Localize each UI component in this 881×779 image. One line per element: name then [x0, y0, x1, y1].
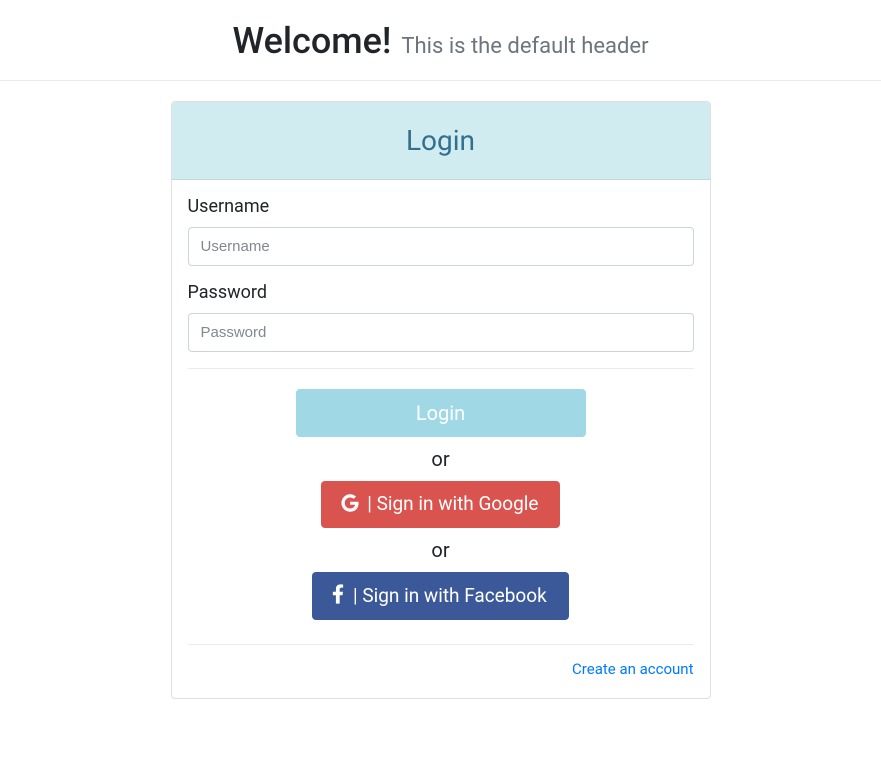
google-signin-button[interactable]: | Sign in with Google [321, 481, 561, 528]
facebook-signin-button[interactable]: | Sign in with Facebook [312, 572, 568, 620]
facebook-icon [332, 584, 344, 604]
facebook-button-label: | Sign in with Facebook [348, 584, 546, 607]
create-account-link[interactable]: Create an account [572, 660, 693, 678]
page-header: Welcome! This is the default header [0, 0, 881, 81]
divider-2 [188, 644, 694, 645]
password-label: Password [188, 282, 694, 303]
header-title: Welcome! [232, 20, 391, 62]
or-text-1: or [188, 447, 694, 471]
or-text-2: or [188, 538, 694, 562]
password-input[interactable] [188, 313, 694, 352]
username-label: Username [188, 196, 694, 217]
login-button[interactable]: Login [296, 389, 586, 437]
username-input[interactable] [188, 227, 694, 266]
login-card: Login Username Password Login or | Sign … [171, 101, 711, 699]
google-button-label: | Sign in with Google [363, 492, 539, 515]
header-subtitle: This is the default header [401, 34, 648, 59]
google-icon [341, 494, 359, 512]
card-title: Login [172, 102, 710, 180]
divider [188, 368, 694, 369]
